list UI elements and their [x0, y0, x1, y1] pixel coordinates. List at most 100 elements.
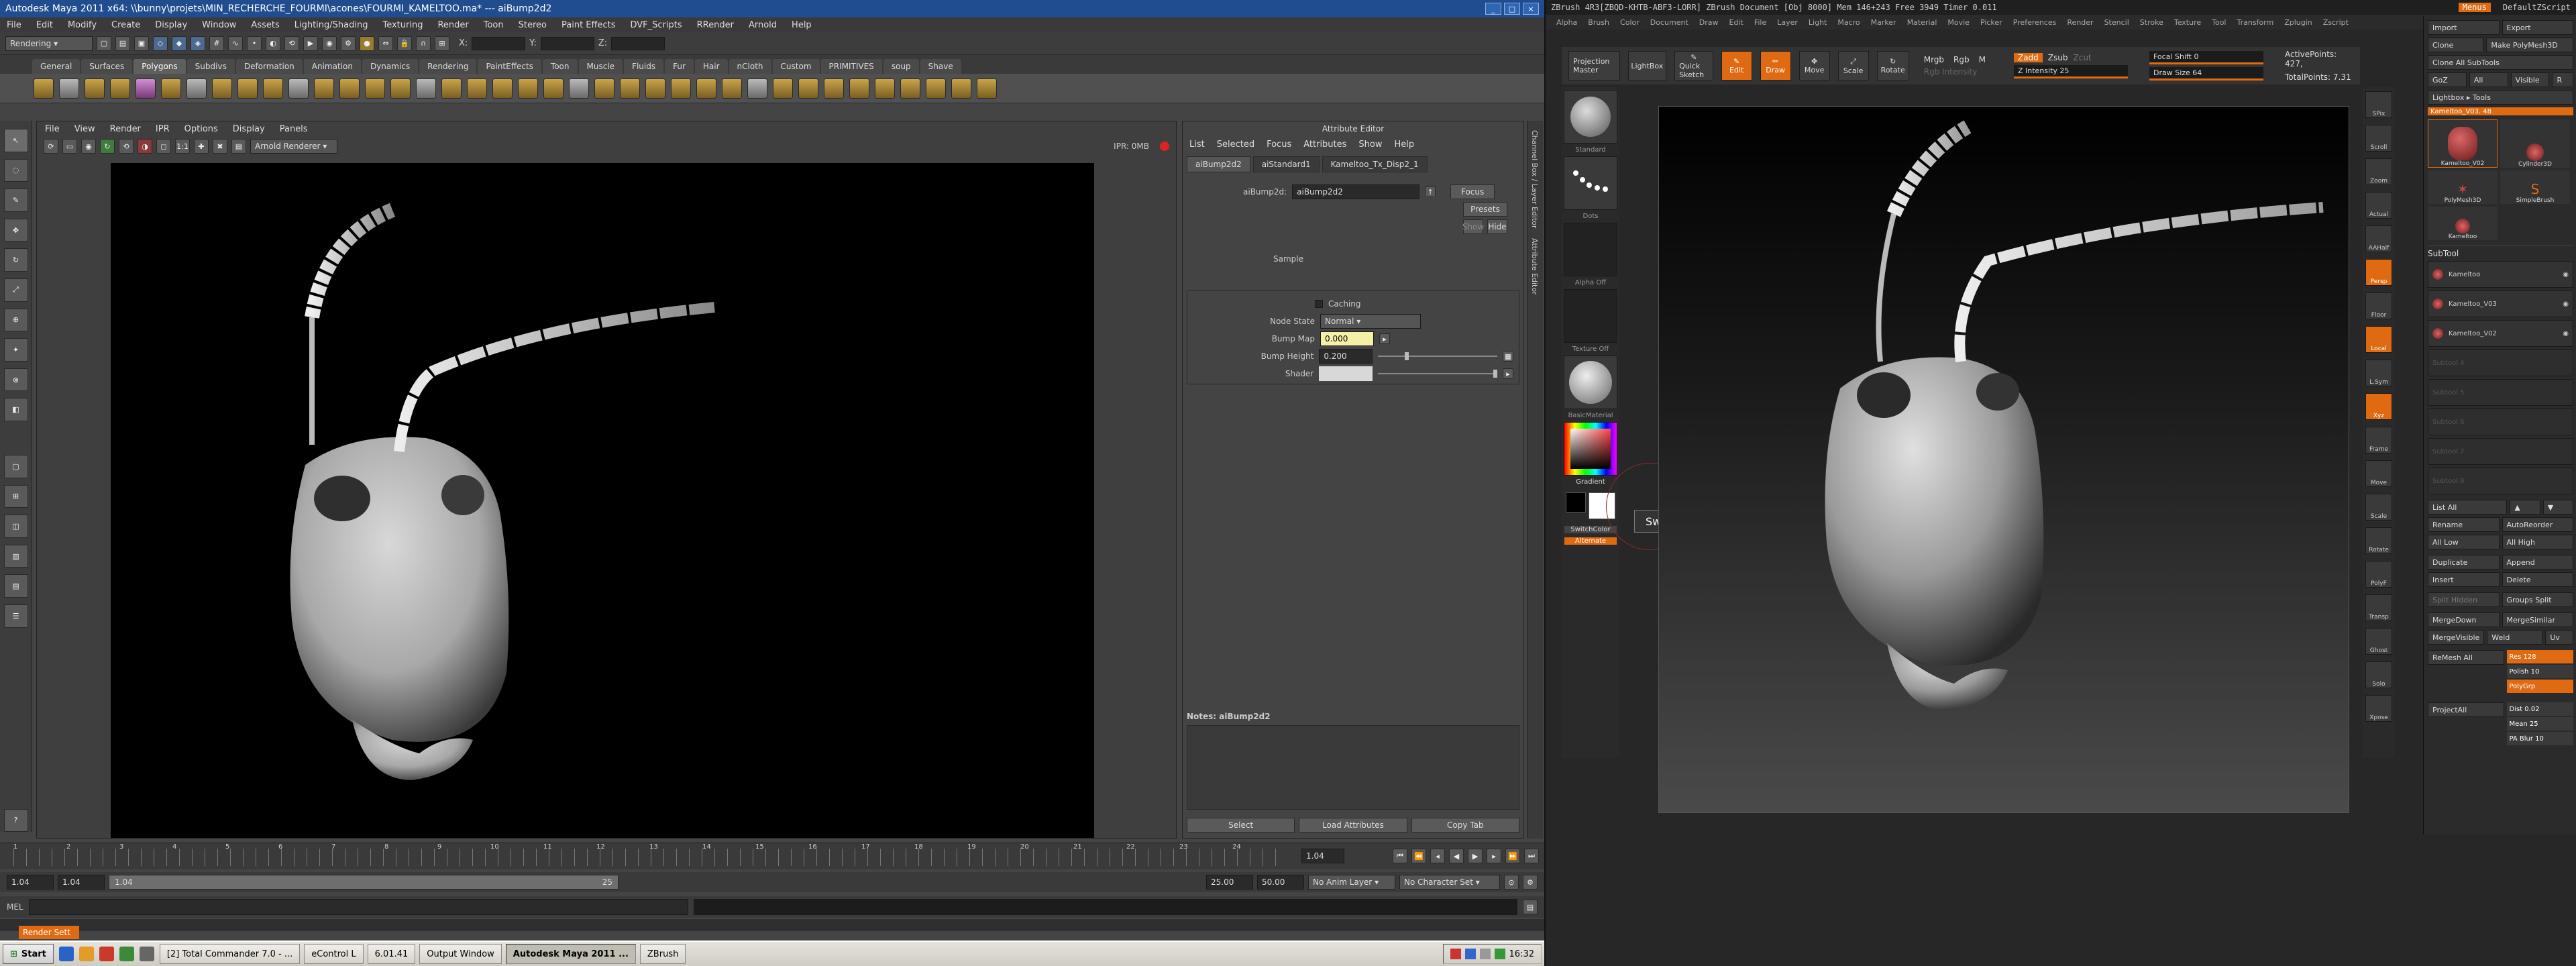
zmenu-picker[interactable]: Picker [1980, 18, 2002, 27]
move-button[interactable]: Move [2365, 460, 2392, 487]
refresh-icon[interactable]: ⟲ [119, 139, 133, 154]
menu-assets[interactable]: Assets [251, 20, 279, 30]
ae-tab-aistandard1[interactable]: aiStandard1 [1252, 156, 1320, 172]
polish-slider[interactable]: Polish 10 [2506, 665, 2573, 678]
shelf-tool-icon[interactable] [773, 78, 793, 99]
shelf-tool-icon[interactable] [671, 78, 691, 99]
persp-outliner-layout-icon[interactable]: ▥ [3, 544, 28, 568]
zcut-button[interactable]: Zcut [2074, 53, 2092, 62]
zmenu-draw[interactable]: Draw [1699, 18, 1719, 27]
hypershade-icon[interactable]: ● [360, 36, 374, 51]
zmenu-stroke[interactable]: Stroke [2140, 18, 2163, 27]
step-back-icon[interactable]: ◂ [1430, 849, 1445, 863]
rotate-button[interactable]: ↻ Rotate [1876, 51, 1909, 80]
shelf-tab-muscle[interactable]: Muscle [578, 59, 623, 74]
shelf-tab-toon[interactable]: Toon [542, 59, 578, 74]
zmenu-zplugin[interactable]: Zplugin [2284, 18, 2312, 27]
zmenu-edit[interactable]: Edit [1729, 18, 1743, 27]
shelf-tab-animation[interactable]: Animation [303, 59, 361, 74]
clone-all-subtools-button[interactable]: Clone All SubTools [2428, 55, 2573, 70]
delete-button[interactable]: Delete [2502, 572, 2573, 587]
brush-thumbnail[interactable] [1564, 90, 1617, 144]
pa-blur-slider[interactable]: PA Blur 10 [2506, 732, 2573, 745]
eye-icon[interactable]: ◉ [2563, 301, 2569, 308]
folder-icon[interactable] [78, 947, 94, 961]
ae-menu-show[interactable]: Show [1358, 140, 1382, 150]
remove-image-icon[interactable]: ✖ [213, 139, 227, 154]
r-button[interactable]: R [2552, 72, 2574, 87]
append-button[interactable]: Append [2502, 555, 2573, 570]
draw-size-slider[interactable]: Draw Size 64 [2149, 67, 2263, 80]
move-tool-icon[interactable]: ✥ [3, 218, 28, 242]
render-settings-chip[interactable]: Render Sett [19, 926, 79, 939]
hide-button[interactable]: Hide [1487, 219, 1507, 234]
material-thumbnail[interactable] [1564, 356, 1617, 409]
zmenu-tool[interactable]: Tool [2212, 18, 2226, 27]
shelf-tab-dynamics[interactable]: Dynamics [362, 59, 419, 74]
ae-tab-aibump2d2[interactable]: aiBump2d2 [1187, 156, 1250, 172]
merge-visible-button[interactable]: MergeVisible [2428, 630, 2485, 645]
side-by-side-layout-icon[interactable]: ◫ [3, 515, 28, 538]
local-button[interactable]: Local [2365, 326, 2392, 353]
zmenu-transform[interactable]: Transform [2237, 18, 2274, 27]
gradient-label[interactable]: Gradient [1562, 478, 1619, 486]
play-back-icon[interactable]: ◀ [1449, 849, 1464, 863]
menu-render[interactable]: Render [437, 20, 468, 30]
m-button[interactable]: M [1979, 55, 1986, 64]
polyf-button[interactable]: PolyF [2365, 561, 2392, 588]
zmenu-stencil[interactable]: Stencil [2104, 18, 2129, 27]
symmetry-icon[interactable]: ⇔ [378, 36, 393, 51]
project-all-button[interactable]: ProjectAll [2428, 702, 2504, 717]
all-low-button[interactable]: All Low [2428, 535, 2500, 549]
zbrush-canvas[interactable] [1658, 106, 2349, 813]
ghost-button[interactable]: Ghost [2365, 628, 2392, 655]
notes-field[interactable] [1187, 725, 1519, 810]
rotate-button[interactable]: Rotate [2365, 527, 2392, 554]
shelf-tool-icon[interactable] [951, 78, 971, 99]
y-field[interactable] [540, 36, 594, 50]
menu-display[interactable]: Display [155, 20, 187, 30]
xpose-button[interactable]: Xpose [2365, 695, 2392, 722]
shelf-tool-icon[interactable] [441, 78, 462, 99]
ae-menu-selected[interactable]: Selected [1217, 140, 1254, 150]
anim-layer-select[interactable]: No Anim Layer ▾ [1308, 875, 1395, 890]
shelf-tab-surfaces[interactable]: Surfaces [81, 59, 133, 74]
draw-button[interactable]: ✏ Draw [1760, 51, 1791, 80]
lock-icon[interactable]: 🔒 [397, 36, 412, 51]
shelf-tab-hair[interactable]: Hair [694, 59, 728, 74]
zoom-button[interactable]: Zoom [2365, 158, 2392, 185]
merge-similar-button[interactable]: MergeSimilar [2502, 612, 2573, 627]
shelf-tool-icon[interactable] [518, 78, 538, 99]
shelf-tool-icon[interactable] [722, 78, 742, 99]
input-connection-icon[interactable]: ↑ [1425, 186, 1436, 197]
ie-icon[interactable] [58, 947, 74, 961]
render-settings-icon[interactable]: ⚙ [341, 36, 356, 51]
insert-button[interactable]: Insert [2428, 572, 2500, 587]
zmenu-texture[interactable]: Texture [2174, 18, 2201, 27]
shader-slider[interactable] [1377, 370, 1498, 378]
shelf-tool-icon[interactable] [212, 78, 232, 99]
keep-image-icon[interactable]: ✚ [194, 139, 209, 154]
alpha-thumbnail[interactable] [1564, 223, 1617, 276]
taskbar-item-2-total-commander-7-0[interactable]: [2] Total Commander 7.0 - ... [159, 944, 301, 964]
menu-texturing[interactable]: Texturing [382, 20, 423, 30]
playback-end-field[interactable]: 25.00 [1206, 875, 1253, 890]
script-editor-icon[interactable]: ▤ [1523, 900, 1538, 914]
move-button[interactable]: ✥ Move [1799, 51, 1830, 80]
shelf-tool-icon[interactable] [926, 78, 946, 99]
zmenu-alpha[interactable]: Alpha [1556, 18, 1577, 27]
play-forward-icon[interactable]: ▶ [1468, 849, 1483, 863]
shelf-tab-shave[interactable]: Shave [920, 59, 961, 74]
mel-label[interactable]: MEL [7, 902, 23, 912]
renderer-selector[interactable]: Arnold Renderer ▾ [250, 139, 337, 154]
frame-button[interactable]: Frame [2365, 427, 2392, 453]
taskbar-item-output-window[interactable]: Output Window [419, 944, 502, 964]
zmenu-file[interactable]: File [1754, 18, 1766, 27]
checker-icon[interactable]: ▦ [1503, 351, 1513, 362]
down-arrow-icon[interactable]: ▼ [2542, 500, 2573, 515]
render-icon[interactable]: ▶ [303, 36, 318, 51]
z-field[interactable] [611, 36, 665, 50]
import-button[interactable]: Import [2428, 20, 2500, 35]
focus-button[interactable]: Focus [1450, 184, 1495, 199]
solo-button[interactable]: Solo [2365, 661, 2392, 688]
